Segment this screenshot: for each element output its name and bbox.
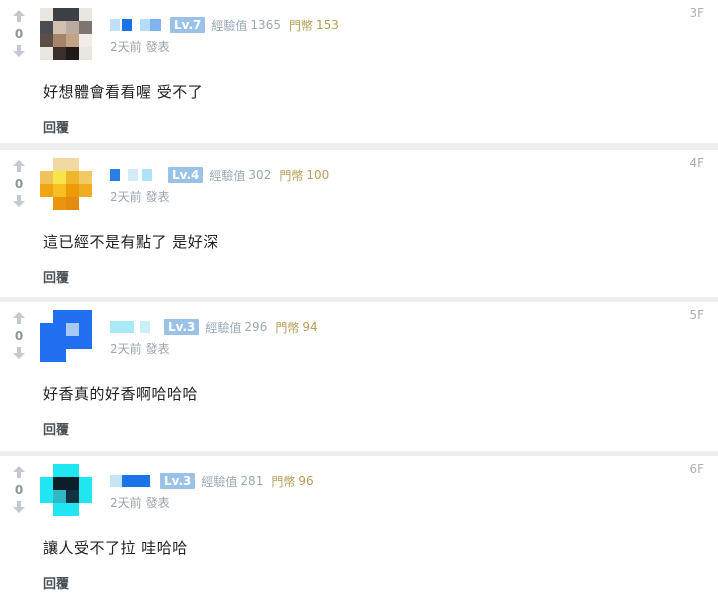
coin-label: 門幣 (279, 168, 304, 183)
user-meta: Lv.3 經驗值 296 門幣 94 (110, 318, 318, 336)
coin-value: 153 (315, 18, 339, 32)
level-badge: Lv.3 (160, 473, 196, 489)
level-badge: Lv.7 (170, 17, 206, 33)
arrow-up-icon[interactable] (9, 8, 29, 24)
arrow-up-icon[interactable] (9, 310, 29, 326)
post-time: 2天前 發表 (110, 38, 170, 55)
avatar[interactable] (40, 158, 92, 210)
username-blurred[interactable] (110, 19, 162, 31)
floor-number: 5F (689, 308, 704, 322)
post-action: 發表 (145, 342, 170, 356)
vote-control: 0 (9, 158, 29, 209)
exp-value: 281 (240, 474, 264, 488)
arrow-down-icon[interactable] (9, 499, 29, 515)
username-blurred[interactable] (110, 169, 160, 181)
post-action: 發表 (145, 40, 170, 54)
post-action: 發表 (145, 496, 170, 510)
level-badge: Lv.3 (164, 319, 200, 335)
reply-button[interactable]: 回覆 (43, 419, 69, 438)
floor-number: 4F (689, 156, 704, 170)
time-ago: 2天前 (110, 496, 142, 510)
arrow-down-icon[interactable] (9, 345, 29, 361)
reply-button[interactable]: 回覆 (43, 267, 69, 286)
arrow-down-icon[interactable] (9, 193, 29, 209)
user-meta: Lv.3 經驗值 281 門幣 96 (110, 472, 314, 490)
reply-button[interactable]: 回覆 (43, 573, 69, 592)
coin-label: 門幣 (288, 18, 313, 33)
username-blurred[interactable] (110, 321, 156, 333)
exp-value: 1365 (250, 18, 281, 32)
floor-number: 6F (689, 462, 704, 476)
exp-label: 經驗值 (211, 18, 248, 33)
exp-label: 經驗值 (209, 168, 246, 183)
comment-card: 0 Lv.7 經驗值 1365 門幣 153 2天前 發表 3F 好想體會看看喔… (0, 0, 718, 143)
time-ago: 2天前 (110, 40, 142, 54)
vote-score: 0 (14, 27, 24, 41)
floor-number: 3F (689, 6, 704, 20)
coin-label: 門幣 (271, 474, 296, 489)
avatar[interactable] (40, 8, 92, 60)
username-blurred[interactable] (110, 475, 152, 487)
time-ago: 2天前 (110, 342, 142, 356)
exp-label: 經驗值 (205, 320, 242, 335)
exp-value: 296 (244, 320, 268, 334)
comment-card: 0 Lv.4 經驗值 302 門幣 100 2天前 發表 4F 這已經不是有點了… (0, 150, 718, 297)
post-time: 2天前 發表 (110, 494, 170, 511)
comment-text: 讓人受不了拉 哇哈哈 (43, 539, 188, 557)
vote-score: 0 (14, 329, 24, 343)
comment-card: 0 Lv.3 經驗值 296 門幣 94 2天前 發表 5F 好香真的好香啊哈哈… (0, 302, 718, 451)
vote-score: 0 (14, 177, 24, 191)
vote-control: 0 (9, 8, 29, 59)
comment-card: 0 Lv.3 經驗值 281 門幣 96 2天前 發表 6F 讓人受不了拉 哇哈… (0, 456, 718, 601)
reply-button[interactable]: 回覆 (43, 117, 69, 136)
arrow-down-icon[interactable] (9, 43, 29, 59)
arrow-up-icon[interactable] (9, 464, 29, 480)
coin-label: 門幣 (275, 320, 300, 335)
coin-value: 96 (298, 474, 314, 488)
user-meta: Lv.4 經驗值 302 門幣 100 (110, 166, 329, 184)
avatar[interactable] (40, 310, 92, 362)
time-ago: 2天前 (110, 190, 142, 204)
level-badge: Lv.4 (168, 167, 204, 183)
avatar[interactable] (40, 464, 92, 516)
user-meta: Lv.7 經驗值 1365 門幣 153 (110, 16, 339, 34)
vote-score: 0 (14, 483, 24, 497)
exp-value: 302 (248, 168, 272, 182)
post-time: 2天前 發表 (110, 340, 170, 357)
exp-label: 經驗值 (201, 474, 238, 489)
comment-text: 好香真的好香啊哈哈哈 (43, 385, 199, 403)
comment-text: 這已經不是有點了 是好深 (43, 233, 219, 251)
coin-value: 94 (302, 320, 318, 334)
arrow-up-icon[interactable] (9, 158, 29, 174)
comment-list: 0 Lv.7 經驗值 1365 門幣 153 2天前 發表 3F 好想體會看看喔… (0, 0, 718, 601)
coin-value: 100 (306, 168, 330, 182)
vote-control: 0 (9, 464, 29, 515)
vote-control: 0 (9, 310, 29, 361)
comment-text: 好想體會看看喔 受不了 (43, 83, 204, 101)
post-action: 發表 (145, 190, 170, 204)
post-time: 2天前 發表 (110, 188, 170, 205)
